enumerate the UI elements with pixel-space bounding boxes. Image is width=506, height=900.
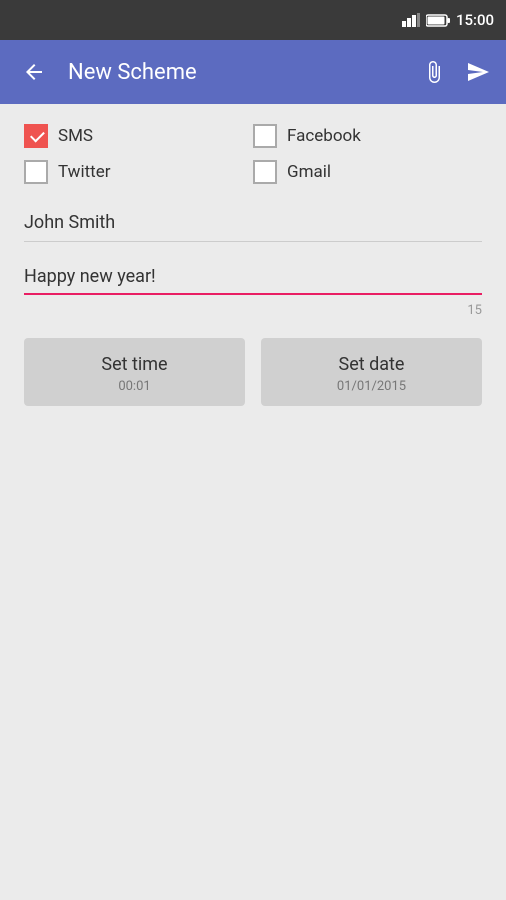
battery-icon — [426, 14, 450, 27]
checkbox-row-2: Twitter Gmail — [24, 160, 482, 184]
app-bar-actions — [422, 60, 490, 84]
status-icons: 15:00 — [402, 11, 494, 29]
attach-button[interactable] — [422, 60, 446, 84]
back-button[interactable] — [16, 54, 52, 90]
content-area: SMS Facebook Twitter Gmail 15 — [0, 104, 506, 900]
set-date-label: Set date — [339, 354, 405, 375]
send-button[interactable] — [466, 60, 490, 84]
gmail-group: Gmail — [253, 160, 482, 184]
twitter-group: Twitter — [24, 160, 253, 184]
checkboxes-container: SMS Facebook Twitter Gmail — [24, 124, 482, 184]
status-time: 15:00 — [456, 11, 494, 29]
sms-label: SMS — [58, 126, 93, 146]
set-date-button[interactable]: Set date 01/01/2015 — [261, 338, 482, 406]
facebook-label: Facebook — [287, 126, 361, 146]
set-date-value: 01/01/2015 — [337, 379, 406, 394]
name-input[interactable] — [24, 204, 482, 241]
set-time-label: Set time — [101, 354, 167, 375]
message-input[interactable] — [24, 262, 482, 291]
set-time-button[interactable]: Set time 00:01 — [24, 338, 245, 406]
twitter-checkbox[interactable] — [24, 160, 48, 184]
gmail-checkbox[interactable] — [253, 160, 277, 184]
facebook-checkbox[interactable] — [253, 124, 277, 148]
twitter-label: Twitter — [58, 162, 110, 182]
char-count: 15 — [24, 303, 482, 318]
app-title: New Scheme — [68, 60, 406, 85]
gmail-label: Gmail — [287, 162, 331, 182]
app-bar: New Scheme — [0, 40, 506, 104]
checkbox-row-1: SMS Facebook — [24, 124, 482, 148]
message-underline — [24, 293, 482, 295]
message-container — [24, 262, 482, 295]
buttons-row: Set time 00:01 Set date 01/01/2015 — [24, 338, 482, 406]
name-input-container — [24, 204, 482, 242]
sms-group: SMS — [24, 124, 253, 148]
sms-checkbox[interactable] — [24, 124, 48, 148]
set-time-value: 00:01 — [118, 379, 150, 394]
facebook-group: Facebook — [253, 124, 482, 148]
status-bar: 15:00 — [0, 0, 506, 40]
signal-icon — [402, 13, 420, 27]
